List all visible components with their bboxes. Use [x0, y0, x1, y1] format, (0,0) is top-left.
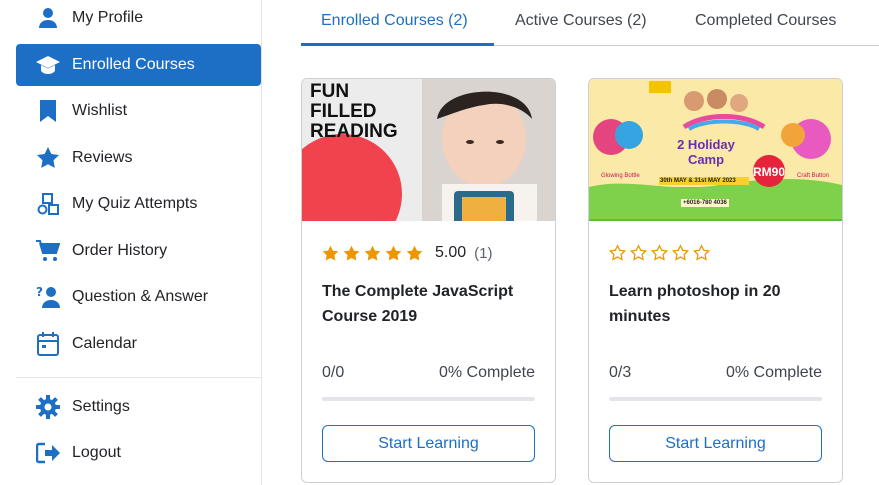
course-title[interactable]: Learn photoshop in 20 minutes: [609, 279, 824, 329]
thumbnail-left-item: Glowing Bottle: [601, 173, 640, 179]
course-title[interactable]: The Complete JavaScript Course 2019: [322, 279, 537, 329]
star-empty-icon: [651, 244, 668, 261]
sidebar-item-enrolled-courses[interactable]: Enrolled Courses: [16, 44, 261, 86]
rating-count: (1): [474, 244, 493, 262]
course-card: 2 Holiday Camp 30th MAY & 31st MAY 2023 …: [588, 78, 843, 483]
tab-enrolled-courses[interactable]: Enrolled Courses (2): [321, 12, 468, 30]
bookmark-icon: [36, 99, 60, 123]
course-card: FUN FILLED READING 5.00 (1) The Complete…: [301, 78, 556, 483]
star-empty-icon: [693, 244, 710, 261]
tab-active-courses[interactable]: Active Courses (2): [515, 12, 647, 30]
sidebar-item-label: Enrolled Courses: [72, 56, 195, 73]
active-tab-indicator: [301, 43, 494, 46]
lesson-count: 0/0: [322, 364, 345, 381]
sidebar-item-calendar[interactable]: Calendar: [16, 323, 261, 365]
thumbnail-phone: +6016-780 4036: [681, 199, 729, 207]
course-thumbnail[interactable]: FUN FILLED READING: [302, 79, 555, 221]
user-icon: [36, 6, 60, 30]
sidebar-item-label: My Profile: [72, 9, 144, 26]
sidebar-item-label: Settings: [72, 398, 130, 415]
sidebar-item-label: Calendar: [72, 335, 137, 352]
rating: [609, 244, 714, 261]
star-empty-icon: [609, 244, 626, 261]
sidebar-item-label: Question & Answer: [72, 288, 209, 305]
shapes-icon: [36, 192, 60, 216]
star-filled-icon: [343, 245, 360, 261]
svg-text:?: ?: [36, 285, 43, 299]
sidebar-divider: [16, 377, 261, 378]
thumbnail-dates: 30th MAY & 31st MAY 2023: [659, 177, 749, 185]
tab-completed-courses[interactable]: Completed Courses: [695, 12, 836, 30]
star-empty-icon: [630, 244, 647, 261]
progress-bar: [322, 397, 535, 401]
thumbnail-price: RM90: [753, 165, 786, 179]
star-empty-icon: [672, 244, 689, 261]
thumbnail-text: FUN FILLED READING: [310, 81, 398, 142]
thumbnail-right-item: Craft Button: [797, 173, 830, 179]
sidebar-item-my-profile[interactable]: My Profile: [16, 0, 261, 39]
sidebar-item-order-history[interactable]: Order History: [16, 230, 261, 272]
star-filled-icon: [364, 245, 381, 261]
rating: 5.00 (1): [322, 244, 492, 262]
calendar-icon: [36, 332, 60, 356]
thumbnail-banner: 2 Holiday Camp: [677, 137, 735, 167]
star-icon: [36, 146, 60, 170]
progress-percent: 0% Complete: [438, 364, 535, 381]
sidebar-item-logout[interactable]: Logout: [16, 432, 261, 474]
star-filled-icon: [385, 245, 402, 261]
progress-bar: [609, 397, 822, 401]
sidebar-item-settings[interactable]: Settings: [16, 386, 261, 428]
sidebar-item-label: My Quiz Attempts: [72, 195, 198, 212]
graduation-cap-icon: [36, 53, 60, 77]
course-thumbnail[interactable]: 2 Holiday Camp 30th MAY & 31st MAY 2023 …: [589, 79, 842, 221]
start-learning-button[interactable]: Start Learning: [322, 425, 535, 462]
rating-value: 5.00: [435, 244, 467, 261]
sidebar-item-quiz-attempts[interactable]: My Quiz Attempts: [16, 183, 261, 225]
sidebar-item-question-answer[interactable]: ? Question & Answer: [16, 276, 261, 318]
start-learning-button[interactable]: Start Learning: [609, 425, 822, 462]
sidebar-item-label: Order History: [72, 242, 168, 259]
star-filled-icon: [322, 245, 339, 261]
lesson-count: 0/3: [609, 364, 632, 381]
sidebar-item-label: Logout: [72, 444, 121, 461]
question-user-icon: ?: [36, 285, 60, 309]
logout-icon: [36, 441, 60, 465]
sidebar-item-label: Wishlist: [72, 102, 128, 119]
progress-percent: 0% Complete: [725, 364, 822, 381]
gear-icon: [36, 395, 60, 419]
sidebar: My Profile Enrolled Courses Wishlist Rev…: [0, 0, 262, 485]
sidebar-item-wishlist[interactable]: Wishlist: [16, 90, 261, 132]
cart-icon: [36, 239, 60, 263]
sidebar-item-label: Reviews: [72, 149, 133, 166]
sidebar-item-reviews[interactable]: Reviews: [16, 137, 261, 179]
star-filled-icon: [406, 245, 423, 261]
